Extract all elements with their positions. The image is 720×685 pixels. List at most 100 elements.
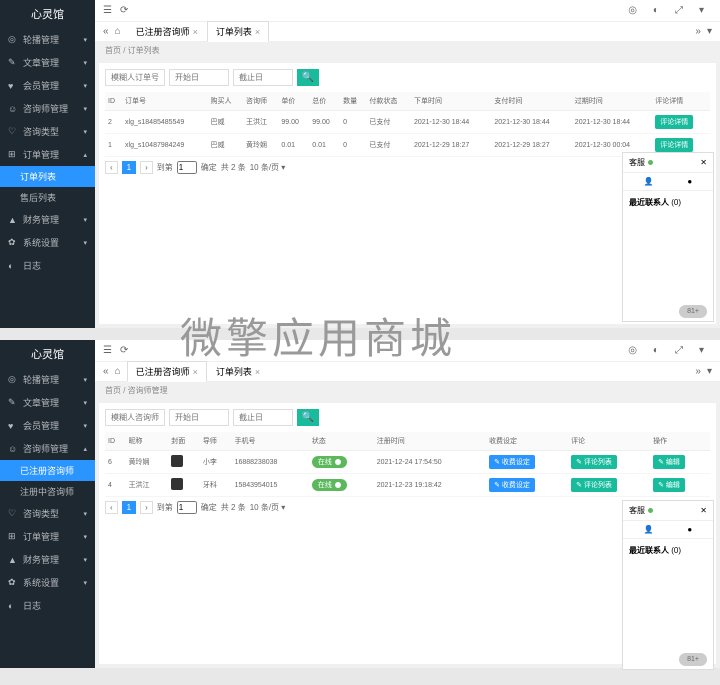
sidebar-item[interactable]: ⊞订单管理▾: [0, 525, 95, 548]
column-header: 下单时间: [411, 92, 491, 111]
home-icon[interactable]: ⌂: [115, 366, 121, 377]
search-input-1[interactable]: [105, 409, 165, 426]
sidebar-item[interactable]: ⊞订单管理▴: [0, 143, 95, 166]
tab-next-icon[interactable]: »: [695, 26, 701, 37]
fee-button[interactable]: ✎ 收费设定: [489, 455, 535, 469]
sidebar-item[interactable]: ✿系统设置▾: [0, 231, 95, 254]
search-input-1[interactable]: [105, 69, 165, 86]
tab-next-icon[interactable]: »: [695, 366, 701, 377]
review-button[interactable]: ✎ 评论列表: [571, 478, 617, 492]
detail-button[interactable]: 评论详情: [655, 138, 693, 152]
goto-label: 到第: [157, 162, 173, 173]
sidebar-item[interactable]: ▲财务管理▾: [0, 548, 95, 571]
close-icon[interactable]: ✕: [700, 158, 707, 167]
goto-confirm[interactable]: 确定: [201, 502, 217, 513]
sidebar-item[interactable]: ◎轮播管理▾: [0, 368, 95, 391]
tab-close-icon[interactable]: ×: [193, 367, 198, 377]
sidebar-subitem[interactable]: 已注册咨询师: [0, 460, 95, 481]
home-icon[interactable]: ⌂: [115, 26, 121, 37]
tab-menu-icon[interactable]: ▾: [707, 366, 712, 377]
tab-close-icon[interactable]: ×: [255, 27, 260, 37]
expand-icon[interactable]: ⤢: [675, 345, 683, 356]
page-prev[interactable]: ‹: [105, 161, 118, 174]
menu-icon[interactable]: ☰: [103, 345, 112, 356]
chevron-down-icon[interactable]: ▾: [699, 345, 704, 356]
sidebar-item[interactable]: ♥会员管理▾: [0, 414, 95, 437]
sidebar-subitem[interactable]: 订单列表: [0, 166, 95, 187]
goto-confirm[interactable]: 确定: [201, 162, 217, 173]
user-icon[interactable]: 👤: [644, 177, 654, 186]
sidebar-item[interactable]: ▲财务管理▾: [0, 208, 95, 231]
column-header: 购买人: [208, 92, 243, 111]
sidebar-item[interactable]: ✿系统设置▾: [0, 571, 95, 594]
sidebar-item[interactable]: ☺咨询师管理▾: [0, 97, 95, 120]
nav-icon: ◎: [8, 374, 18, 385]
expand-icon[interactable]: ⤢: [675, 5, 683, 16]
tab-close-icon[interactable]: ×: [255, 367, 260, 377]
menu-icon[interactable]: ☰: [103, 5, 112, 16]
detail-button[interactable]: 评论详情: [655, 115, 693, 129]
search-input-2[interactable]: [169, 69, 229, 86]
sidebar-item[interactable]: ✎文章管理▾: [0, 51, 95, 74]
nav-label: 会员管理: [23, 419, 59, 432]
page-number[interactable]: 1: [122, 501, 136, 514]
nav-label: 财务管理: [23, 213, 59, 226]
review-button[interactable]: ✎ 评论列表: [571, 455, 617, 469]
sidebar-subitem[interactable]: 售后列表: [0, 187, 95, 208]
status-pill[interactable]: 在线: [312, 456, 347, 468]
page-number[interactable]: 1: [122, 161, 136, 174]
close-icon[interactable]: ✕: [700, 506, 707, 515]
goto-input[interactable]: [177, 501, 197, 514]
sidebar-item[interactable]: ♥会员管理▾: [0, 74, 95, 97]
search-input-3[interactable]: [233, 409, 293, 426]
nav-label: 日志: [23, 259, 41, 272]
sidebar-item[interactable]: ✎文章管理▾: [0, 391, 95, 414]
tab[interactable]: 订单列表×: [207, 21, 269, 42]
search-button[interactable]: 🔍: [297, 69, 319, 86]
chat-badge[interactable]: 81+: [679, 305, 707, 318]
icon-2[interactable]: ◐: [653, 345, 659, 356]
sidebar-item[interactable]: ◎轮播管理▾: [0, 28, 95, 51]
icon-1[interactable]: ◎: [628, 5, 637, 16]
nav-label: 轮播管理: [23, 373, 59, 386]
page-next[interactable]: ›: [140, 501, 153, 514]
refresh-icon[interactable]: ⟳: [120, 5, 128, 16]
search-input-2[interactable]: [169, 409, 229, 426]
refresh-icon[interactable]: ⟳: [120, 345, 128, 356]
search-input-3[interactable]: [233, 69, 293, 86]
chevron-down-icon[interactable]: ▾: [699, 5, 704, 16]
edit-button[interactable]: ✎ 编辑: [653, 478, 685, 492]
column-header: 过期时间: [572, 92, 652, 111]
column-header: 评论: [568, 432, 650, 451]
chat-badge[interactable]: 81+: [679, 653, 707, 666]
wechat-icon[interactable]: ●: [687, 177, 692, 186]
wechat-icon[interactable]: ●: [687, 525, 692, 534]
tab-menu-icon[interactable]: ▾: [707, 26, 712, 37]
chevron-icon: ▾: [83, 82, 87, 90]
sidebar-item[interactable]: ◐日志: [0, 254, 95, 277]
tab-prev-icon[interactable]: «: [103, 366, 109, 377]
sidebar-item[interactable]: ♡咨询类型▾: [0, 502, 95, 525]
search-button[interactable]: 🔍: [297, 409, 319, 426]
nav-label: 咨询类型: [23, 507, 59, 520]
per-page[interactable]: 10 条/页 ▾: [250, 162, 286, 173]
goto-input[interactable]: [177, 161, 197, 174]
sidebar-subitem[interactable]: 注册中咨询师: [0, 481, 95, 502]
fee-button[interactable]: ✎ 收费设定: [489, 478, 535, 492]
tab-close-icon[interactable]: ×: [193, 27, 198, 37]
status-pill[interactable]: 在线: [312, 479, 347, 491]
tab[interactable]: 已注册咨询师×: [127, 21, 207, 42]
per-page[interactable]: 10 条/页 ▾: [250, 502, 286, 513]
page-prev[interactable]: ‹: [105, 501, 118, 514]
tab-prev-icon[interactable]: «: [103, 26, 109, 37]
page-next[interactable]: ›: [140, 161, 153, 174]
user-icon[interactable]: 👤: [644, 525, 654, 534]
sidebar-item[interactable]: ☺咨询师管理▴: [0, 437, 95, 460]
sidebar-item[interactable]: ♡咨询类型▾: [0, 120, 95, 143]
edit-button[interactable]: ✎ 编辑: [653, 455, 685, 469]
breadcrumb: 首页 / 咨询师管理: [95, 382, 720, 399]
icon-2[interactable]: ◐: [653, 5, 659, 16]
sidebar-item[interactable]: ◐日志: [0, 594, 95, 617]
watermark: 微擎应用商城: [180, 305, 456, 366]
icon-1[interactable]: ◎: [628, 345, 637, 356]
